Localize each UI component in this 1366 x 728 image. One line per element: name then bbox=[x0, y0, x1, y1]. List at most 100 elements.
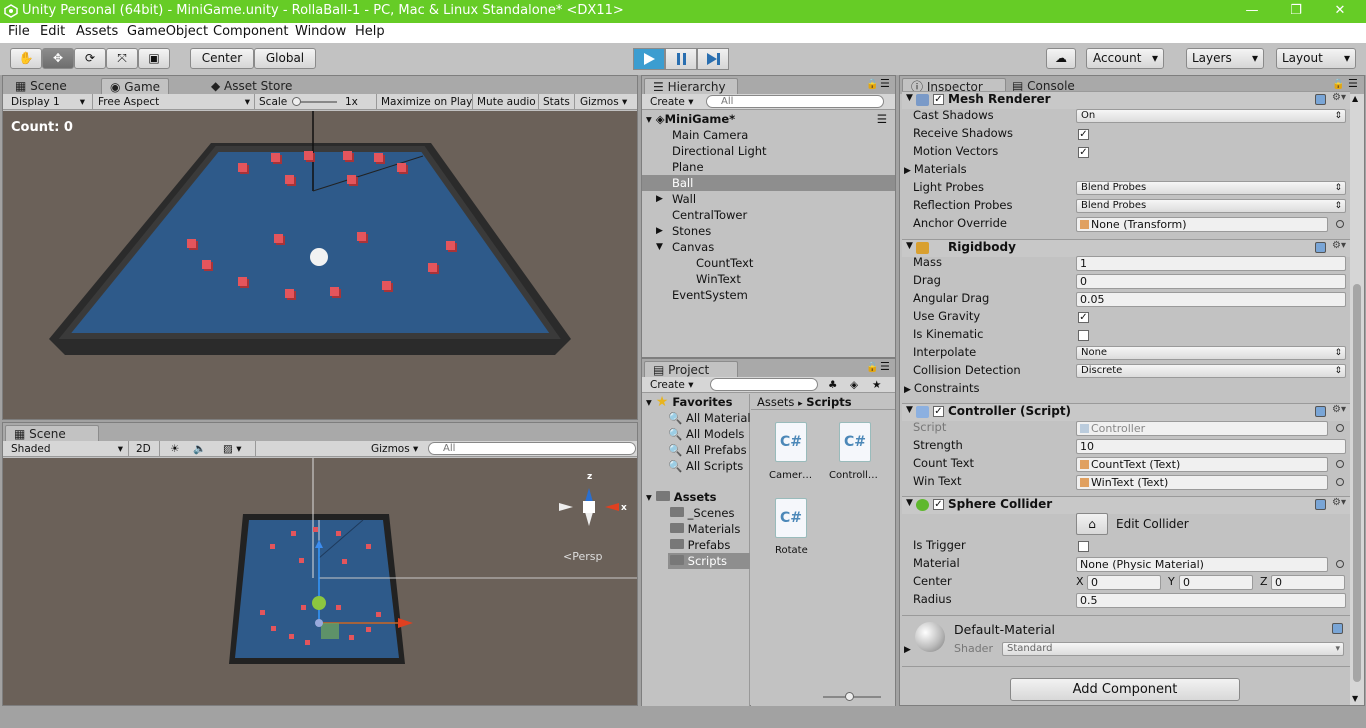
hierarchy-search-input[interactable]: All bbox=[706, 95, 884, 108]
restore-button[interactable]: ❐ bbox=[1284, 2, 1308, 20]
inspector-number-field[interactable]: 0 bbox=[1076, 274, 1346, 289]
is-trigger-checkbox[interactable] bbox=[1078, 541, 1089, 552]
favorite-item[interactable]: 🔍 All Prefabs bbox=[668, 442, 747, 458]
lock-icon[interactable]: 🔒 bbox=[866, 79, 878, 90]
move-tool-button[interactable]: ✥ bbox=[42, 48, 74, 69]
lock-icon[interactable]: 🔒 bbox=[1332, 79, 1344, 90]
object-picker-icon[interactable] bbox=[1336, 478, 1344, 486]
foldout-open-icon[interactable]: ▼ bbox=[656, 239, 663, 255]
hand-tool-button[interactable]: ✋ bbox=[10, 48, 42, 69]
cloud-button[interactable]: ☁ bbox=[1046, 48, 1076, 69]
favorite-item[interactable]: 🔍 All Models bbox=[668, 426, 744, 442]
object-reference-field[interactable]: None (Transform) bbox=[1076, 217, 1328, 232]
menu-edit[interactable]: Edit bbox=[40, 24, 65, 39]
rect-tool-button[interactable]: ▣ bbox=[138, 48, 170, 69]
inspector-dropdown[interactable]: Blend Probes ⇕ bbox=[1076, 199, 1346, 213]
project-create-dropdown[interactable]: Create ▾ bbox=[646, 378, 698, 392]
pause-button[interactable] bbox=[665, 48, 697, 70]
breadcrumb-assets[interactable]: Assets bbox=[757, 395, 794, 409]
hierarchy-item[interactable]: CountText bbox=[642, 255, 895, 271]
physic-material-field[interactable]: None (Physic Material) bbox=[1076, 557, 1328, 572]
menu-assets[interactable]: Assets bbox=[76, 24, 118, 39]
inspector-dropdown[interactable]: None ⇕ bbox=[1076, 346, 1346, 360]
favorites-header[interactable]: ▾ ★ Favorites bbox=[646, 394, 732, 410]
hierarchy-item[interactable]: Plane bbox=[642, 159, 895, 175]
tab-hierarchy[interactable]: ☰ Hierarchy bbox=[644, 78, 738, 94]
shader-dropdown[interactable]: Standard ▾ bbox=[1002, 642, 1344, 656]
inspector-scrollbar[interactable]: ▲ ▼ bbox=[1350, 94, 1364, 705]
foldout-closed-icon[interactable]: ▶ bbox=[904, 645, 911, 655]
favorite-item[interactable]: 🔍 All Scripts bbox=[668, 458, 743, 474]
hierarchy-item[interactable]: WinText bbox=[642, 271, 895, 287]
hierarchy-create-dropdown[interactable]: Create ▾ bbox=[646, 95, 698, 109]
folder-item[interactable]: _Scenes bbox=[668, 505, 750, 521]
inspector-checkbox[interactable]: ✓ bbox=[1078, 129, 1089, 140]
step-button[interactable] bbox=[697, 48, 729, 70]
hierarchy-item[interactable]: Ball bbox=[642, 175, 895, 191]
help-book-icon[interactable] bbox=[1332, 623, 1343, 634]
lighting-toggle-icon[interactable]: ☀ bbox=[166, 442, 183, 456]
object-picker-icon[interactable] bbox=[1336, 460, 1344, 468]
2d-toggle[interactable]: 2D bbox=[132, 442, 155, 456]
tab-scene[interactable]: ▦ Scene bbox=[5, 425, 99, 441]
mute-audio-toggle[interactable]: Mute audio bbox=[473, 95, 540, 109]
inspector-number-field[interactable]: 0.05 bbox=[1076, 292, 1346, 307]
pivot-global-button[interactable]: Global bbox=[254, 48, 316, 69]
component-settings-icon[interactable]: ⚙▾ bbox=[1332, 92, 1346, 103]
filter-label-icon[interactable]: ◈ bbox=[846, 378, 862, 392]
foldout-closed-icon[interactable]: ▶ bbox=[904, 166, 911, 176]
display-dropdown[interactable]: Display 1 ▾ bbox=[7, 95, 87, 109]
gizmos-dropdown[interactable]: Gizmos ▾ bbox=[367, 442, 422, 456]
minimize-button[interactable]: — bbox=[1240, 2, 1264, 20]
filter-type-icon[interactable]: ♣ bbox=[824, 378, 841, 392]
inspector-dropdown[interactable]: Discrete ⇕ bbox=[1076, 364, 1346, 378]
icon-size-slider-thumb[interactable] bbox=[845, 692, 854, 701]
folder-item[interactable]: Scripts bbox=[668, 553, 750, 569]
scroll-down-icon[interactable]: ▼ bbox=[1352, 694, 1358, 703]
scale-slider[interactable] bbox=[295, 101, 337, 103]
object-reference-field[interactable]: WinText (Text) bbox=[1076, 475, 1328, 490]
scene-root-item[interactable]: ▾ ◈MiniGame* ☰ bbox=[646, 111, 891, 127]
inspector-dropdown[interactable]: On ⇕ bbox=[1076, 109, 1346, 123]
foldout-closed-icon[interactable]: ▶ bbox=[656, 223, 663, 239]
layers-dropdown[interactable]: Layers ▾ bbox=[1186, 48, 1264, 69]
gizmos-dropdown[interactable]: Gizmos ▾ bbox=[576, 95, 631, 109]
foldout-open-icon[interactable]: ▼ bbox=[906, 241, 913, 251]
script-file-camera[interactable]: C# bbox=[775, 422, 807, 462]
script-file-rotate[interactable]: C# bbox=[775, 498, 807, 538]
object-picker-icon[interactable] bbox=[1336, 424, 1344, 432]
scroll-up-icon[interactable]: ▲ bbox=[1352, 94, 1358, 103]
component-enabled-checkbox[interactable]: ✓ bbox=[933, 499, 944, 510]
tab-game[interactable]: ◉ Game bbox=[101, 78, 170, 94]
inspector-number-field[interactable]: 10 bbox=[1076, 439, 1346, 454]
scene-viewport[interactable]: z x <Persp bbox=[3, 458, 637, 705]
scale-slider-thumb[interactable] bbox=[292, 97, 301, 106]
foldout-closed-icon[interactable]: ▶ bbox=[656, 191, 663, 207]
component-enabled-checkbox[interactable]: ✓ bbox=[933, 94, 944, 105]
hierarchy-item[interactable]: EventSystem bbox=[642, 287, 895, 303]
play-button[interactable] bbox=[633, 48, 665, 70]
object-picker-icon[interactable] bbox=[1336, 220, 1344, 228]
component-enabled-checkbox[interactable]: ✓ bbox=[933, 406, 944, 417]
effects-dropdown-icon[interactable]: ▨ ▾ bbox=[219, 442, 246, 456]
project-search-input[interactable] bbox=[710, 378, 818, 391]
component-settings-icon[interactable]: ⚙▾ bbox=[1332, 497, 1346, 508]
pivot-center-button[interactable]: Center bbox=[190, 48, 254, 69]
inspector-number-field[interactable]: 1 bbox=[1076, 256, 1346, 271]
panel-menu-icon[interactable]: ☰ bbox=[877, 111, 887, 127]
foldout-open-icon[interactable]: ▼ bbox=[906, 405, 913, 415]
edit-collider-button[interactable]: ⌂ bbox=[1076, 513, 1108, 535]
script-file-controller[interactable]: C# bbox=[839, 422, 871, 462]
game-viewport[interactable]: Count: 0 bbox=[3, 111, 637, 419]
assets-header[interactable]: ▾ Assets bbox=[646, 489, 717, 505]
hierarchy-item[interactable]: ▼ Canvas bbox=[642, 239, 895, 255]
inspector-dropdown[interactable]: Blend Probes ⇕ bbox=[1076, 181, 1346, 195]
maximize-on-play-toggle[interactable]: Maximize on Play bbox=[377, 95, 476, 109]
layout-dropdown[interactable]: Layout ▾ bbox=[1276, 48, 1356, 69]
close-button[interactable]: ✕ bbox=[1328, 2, 1352, 20]
hierarchy-item[interactable]: ▶ Wall bbox=[642, 191, 895, 207]
inspector-checkbox[interactable] bbox=[1078, 330, 1089, 341]
center-z-field[interactable]: 0 bbox=[1271, 575, 1345, 590]
help-book-icon[interactable] bbox=[1315, 94, 1326, 105]
shading-mode-dropdown[interactable]: Shaded ▾ bbox=[7, 442, 125, 456]
